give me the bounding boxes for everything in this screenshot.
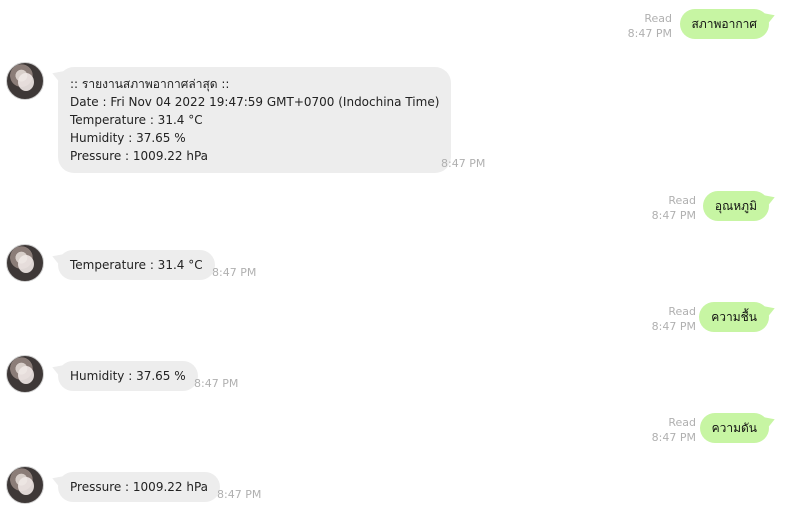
read-status: Read (668, 194, 696, 207)
read-status: Read (668, 416, 696, 429)
report-title: :: รายงานสภาพอากาศล่าสุด :: (70, 77, 230, 91)
message-time: 8:47 PM (651, 209, 696, 222)
avatar[interactable] (6, 62, 44, 100)
incoming-message-bubble[interactable]: Temperature : 31.4 °C (58, 250, 215, 280)
read-status: Read (668, 305, 696, 318)
incoming-message-bubble[interactable]: Pressure : 1009.22 hPa (58, 472, 221, 502)
read-status: Read (644, 12, 672, 25)
message-time: 8:47 PM (217, 488, 262, 501)
report-pressure: Pressure : 1009.22 hPa (70, 149, 209, 163)
incoming-message-bubble[interactable]: :: รายงานสภาพอากาศล่าสุด :: Date : Fri N… (58, 67, 452, 173)
outgoing-message-bubble[interactable]: ความชื้น (699, 302, 769, 332)
message-time: 8:47 PM (651, 320, 696, 333)
report-temperature: Temperature : 31.4 °C (70, 113, 203, 127)
message-time: 8:47 PM (441, 157, 486, 170)
message-text: Humidity : 37.65 % (70, 369, 186, 383)
message-text: อุณหภูมิ (714, 199, 757, 213)
incoming-message-bubble[interactable]: Humidity : 37.65 % (58, 361, 198, 391)
message-meta: Read 8:47 PM (652, 304, 696, 334)
message-text: Temperature : 31.4 °C (70, 258, 203, 272)
message-text: Pressure : 1009.22 hPa (70, 480, 209, 494)
avatar[interactable] (6, 244, 44, 282)
message-text: ความชื้น (711, 310, 757, 324)
avatar[interactable] (6, 466, 44, 504)
message-text: สภาพอากาศ (691, 17, 757, 31)
message-meta: Read 8:47 PM (628, 11, 672, 41)
report-date: Date : Fri Nov 04 2022 19:47:59 GMT+0700… (70, 95, 440, 109)
message-time: 8:47 PM (651, 431, 696, 444)
outgoing-message-bubble[interactable]: สภาพอากาศ (679, 9, 769, 39)
avatar[interactable] (6, 355, 44, 393)
message-time: 8:47 PM (627, 27, 672, 40)
report-humidity: Humidity : 37.65 % (70, 131, 186, 145)
chat-thread: Read 8:47 PM สภาพอากาศ :: รายงานสภาพอากา… (0, 0, 789, 514)
message-meta: Read 8:47 PM (652, 193, 696, 223)
message-time: 8:47 PM (194, 377, 239, 390)
outgoing-message-bubble[interactable]: ความดัน (699, 413, 769, 443)
message-time: 8:47 PM (212, 266, 257, 279)
message-meta: Read 8:47 PM (652, 415, 696, 445)
message-text: ความดัน (711, 421, 757, 435)
outgoing-message-bubble[interactable]: อุณหภูมิ (702, 191, 769, 221)
